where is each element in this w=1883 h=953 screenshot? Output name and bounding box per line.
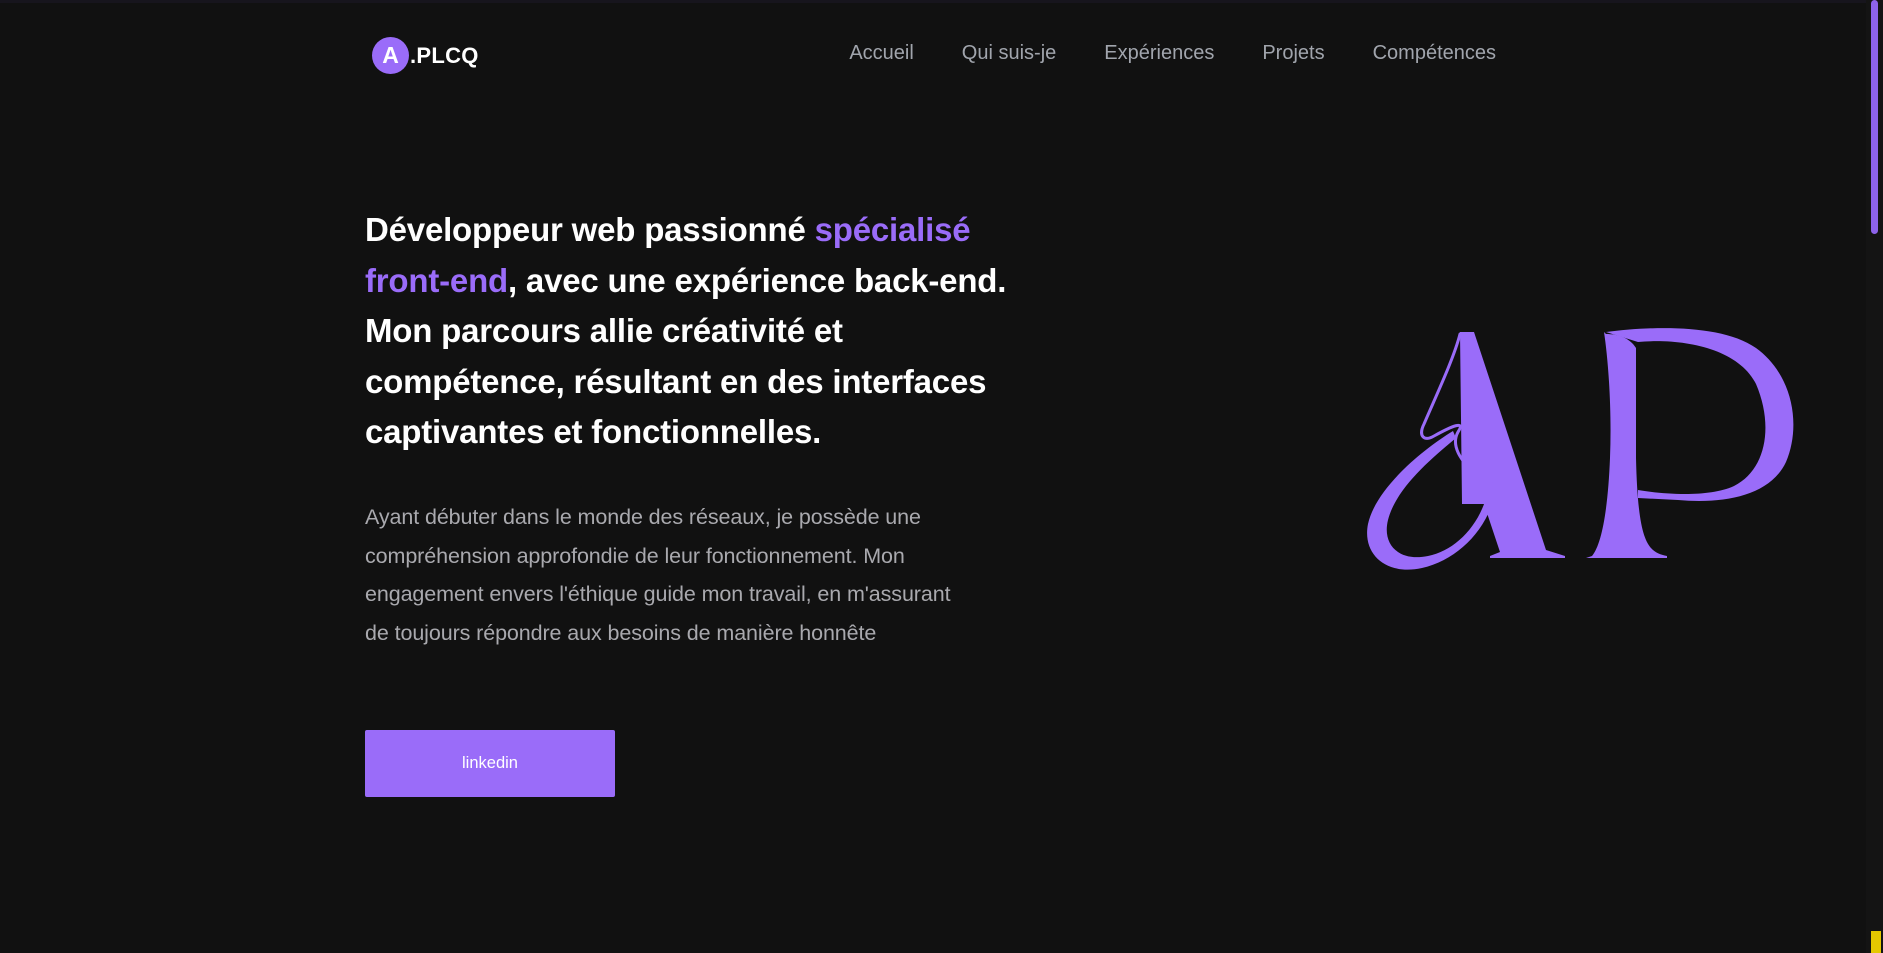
- nav-link-qui-suis-je[interactable]: Qui suis-je: [962, 42, 1056, 65]
- nav-link-accueil[interactable]: Accueil: [849, 42, 913, 65]
- nav-link-experiences[interactable]: Expériences: [1104, 42, 1214, 65]
- top-border: [0, 0, 1866, 3]
- vertical-scrollbar[interactable]: [1866, 0, 1883, 953]
- site-logo[interactable]: A .PLCQ: [372, 37, 479, 74]
- logo-text: .PLCQ: [410, 42, 479, 68]
- linkedin-button[interactable]: linkedin: [365, 730, 615, 797]
- nav-link-projets[interactable]: Projets: [1262, 42, 1324, 65]
- hero-intro: Ayant débuter dans le monde des réseaux,…: [365, 505, 951, 645]
- main-nav: Accueil Qui suis-je Expériences Projets …: [849, 42, 1496, 65]
- headline-text-start: Développeur web passionné: [365, 211, 815, 248]
- page: A .PLCQ Accueil Qui suis-je Expériences …: [0, 0, 1883, 953]
- scrollbar-thumb[interactable]: [1871, 0, 1878, 234]
- nav-link-competences[interactable]: Compétences: [1373, 42, 1496, 65]
- ap-monogram-logo: [1367, 328, 1794, 570]
- logo-badge: A: [372, 37, 409, 74]
- hero-headline: Développeur web passionné spécialisé fro…: [365, 205, 1030, 458]
- scrollbar-marker: [1871, 931, 1881, 953]
